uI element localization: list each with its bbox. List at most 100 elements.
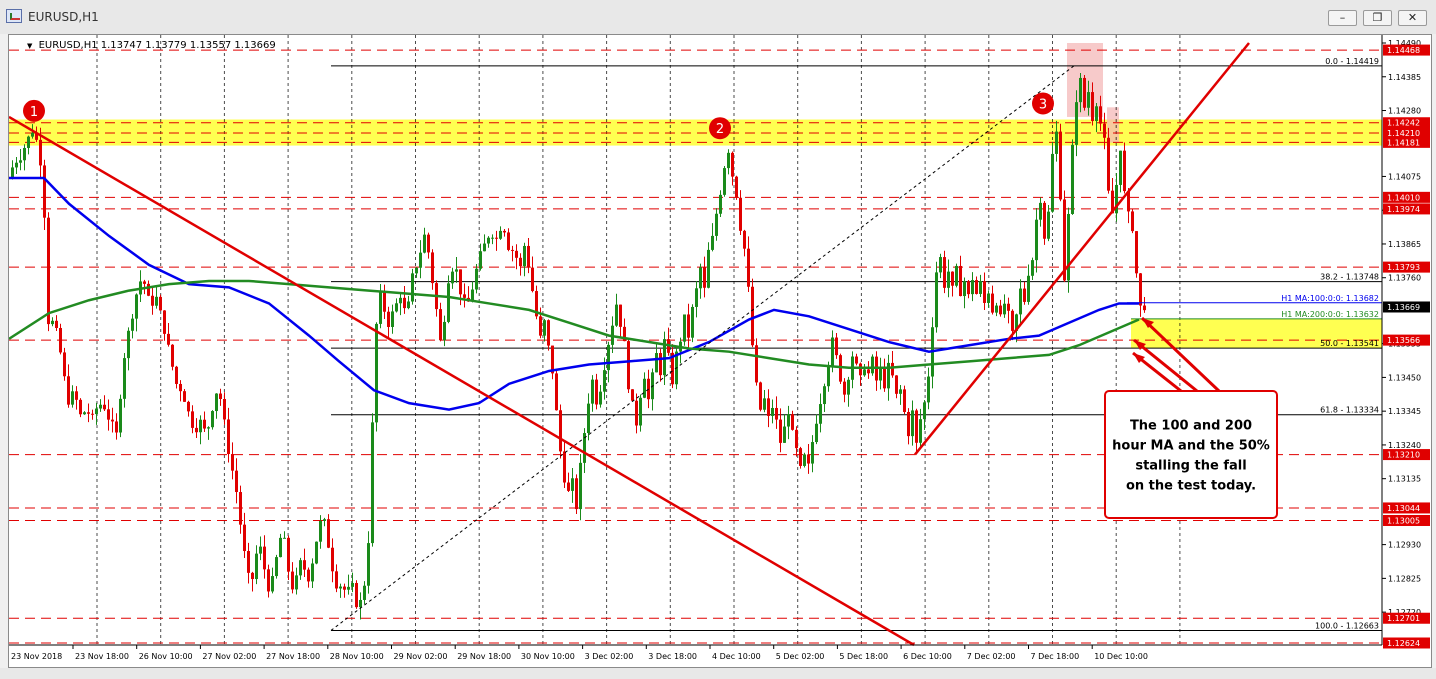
- bear-candle: [775, 407, 778, 420]
- bull-candle: [947, 271, 950, 288]
- current-price-label: 1.13669: [1387, 303, 1420, 312]
- bull-candle: [315, 541, 318, 564]
- bull-candle: [423, 234, 426, 253]
- bull-candle: [399, 297, 402, 304]
- bull-candle: [1075, 102, 1078, 145]
- maximize-button[interactable]: ❐: [1363, 10, 1392, 26]
- bear-candle: [907, 411, 910, 437]
- time-tick-label: 10 Dec 10:00: [1094, 652, 1148, 661]
- bear-candle: [175, 366, 178, 384]
- downtrend-line: [9, 115, 915, 647]
- bear-candle: [331, 547, 334, 572]
- bear-candle: [167, 333, 170, 345]
- bear-candle: [147, 283, 150, 296]
- ma-100-label: H1 MA:100:0:0: 1.13682: [1281, 294, 1379, 303]
- bull-candle: [523, 245, 526, 267]
- bear-candle: [1083, 77, 1086, 108]
- bull-candle: [491, 237, 494, 239]
- time-tick-label: 5 Dec 02:00: [776, 652, 825, 661]
- bull-candle: [299, 560, 302, 576]
- minimize-button[interactable]: –: [1328, 10, 1357, 26]
- bull-candle: [127, 330, 130, 359]
- bull-candle: [407, 301, 410, 309]
- bear-candle: [115, 421, 118, 433]
- bull-candle: [15, 162, 18, 168]
- level-price-tag-label: 1.14242: [1387, 119, 1420, 128]
- bear-candle: [187, 401, 190, 412]
- time-tick-label: 27 Nov 02:00: [202, 652, 256, 661]
- bear-candle: [807, 454, 810, 464]
- bull-candle: [987, 293, 990, 303]
- bull-candle: [339, 586, 342, 589]
- bear-candle: [951, 271, 954, 286]
- bear-candle: [355, 582, 358, 608]
- bear-candle: [511, 249, 514, 251]
- price-axis: 1.144901.143851.142801.140751.139701.138…: [1381, 35, 1430, 649]
- bear-candle: [975, 280, 978, 294]
- bear-candle: [507, 232, 510, 250]
- price-chart[interactable]: 0.0 - 1.14419 38.2 - 1.13748 50.0 - 1.1354…: [9, 35, 1431, 667]
- bear-candle: [1099, 106, 1102, 124]
- bear-candle: [431, 252, 434, 284]
- bull-candle: [11, 167, 14, 179]
- bear-candle: [791, 414, 794, 430]
- bull-candle: [815, 423, 818, 443]
- bull-candle: [1051, 153, 1054, 212]
- bear-candle: [859, 363, 862, 376]
- bear-candle: [943, 257, 946, 288]
- chart-collapse-arrow: ▼: [27, 42, 33, 50]
- bull-candle: [131, 318, 134, 331]
- window-title: EURUSD,H1: [28, 10, 99, 24]
- bull-candle: [23, 147, 26, 161]
- bull-candle: [911, 410, 914, 437]
- bull-candle: [599, 391, 602, 405]
- bear-candle: [1103, 123, 1106, 138]
- bear-candle: [163, 310, 166, 334]
- close-button[interactable]: ✕: [1398, 10, 1427, 26]
- bear-candle: [143, 281, 146, 284]
- bull-candle: [1031, 260, 1034, 276]
- bull-candle: [803, 454, 806, 466]
- bear-candle: [1135, 231, 1138, 274]
- bear-candle: [327, 519, 330, 548]
- bull-candle: [411, 273, 414, 302]
- bull-candle: [1071, 144, 1074, 214]
- bear-candle: [891, 362, 894, 376]
- bear-candle: [263, 546, 266, 570]
- bear-candle: [895, 375, 898, 394]
- bear-candle: [867, 369, 870, 374]
- bull-candle: [847, 379, 850, 395]
- bear-candle: [759, 382, 762, 410]
- bull-candle: [1119, 150, 1122, 185]
- time-axis: 23 Nov 2018 23 Nov 18:00 26 Nov 10:00 27 No…: [9, 644, 1382, 661]
- bull-candle: [487, 237, 490, 244]
- bull-candle: [363, 585, 366, 600]
- bull-candle: [939, 257, 942, 273]
- bull-candle: [1039, 202, 1042, 220]
- bull-candle: [923, 402, 926, 420]
- bull-candle: [871, 356, 874, 374]
- bull-candle: [827, 365, 830, 387]
- bull-candle: [283, 537, 286, 539]
- bear-candle: [291, 571, 294, 590]
- bear-candle: [1107, 137, 1110, 191]
- chart-area[interactable]: 0.0 - 1.14419 38.2 - 1.13748 50.0 - 1.1354…: [8, 34, 1432, 668]
- time-tick-label: 6 Dec 10:00: [903, 652, 952, 661]
- bull-candle: [719, 194, 722, 214]
- bull-candle: [475, 268, 478, 290]
- bear-candle: [191, 411, 194, 428]
- bear-candle: [195, 427, 198, 433]
- bull-candle: [451, 271, 454, 284]
- bull-candle: [483, 243, 486, 252]
- bull-candle: [71, 391, 74, 405]
- bull-candle: [199, 419, 202, 433]
- time-tick-label: 23 Nov 2018: [11, 652, 62, 661]
- bull-candle: [995, 305, 998, 313]
- bull-candle: [787, 414, 790, 427]
- bear-candle: [1059, 131, 1062, 200]
- bear-candle: [1139, 273, 1142, 306]
- bear-candle: [171, 344, 174, 367]
- bull-candle: [1019, 288, 1022, 315]
- annotation-text-line: stalling the fall: [1135, 459, 1246, 474]
- fib-level-label: 100.0 - 1.12663: [1315, 621, 1379, 630]
